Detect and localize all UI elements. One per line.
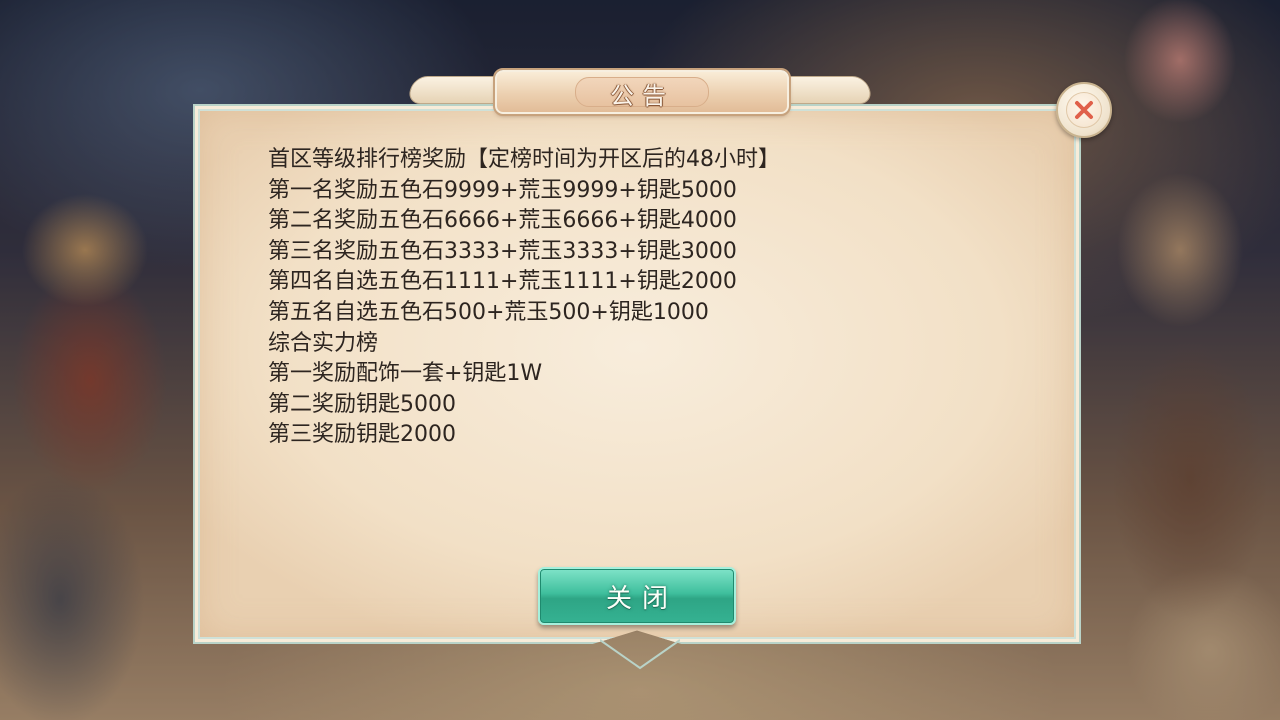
close-button[interactable]: 关闭 — [538, 567, 736, 625]
announcement-line: 首区等级排行榜奖励【定榜时间为开区后的48小时】 — [268, 147, 780, 172]
announcement-line: 第三名奖励五色石3333+荒玉3333+钥匙3000 — [268, 238, 737, 264]
announcement-line: 综合实力榜 — [268, 330, 379, 356]
close-x-icon — [1066, 92, 1102, 128]
close-button-label: 关闭 — [605, 583, 678, 614]
announcement-line: 第一名奖励五色石9999+荒玉9999+钥匙5000 — [268, 177, 737, 203]
announcement-line: 第四名自选五色石1111+荒玉1111+钥匙2000 — [268, 269, 737, 295]
game-screen: 公告 首区等级排行榜奖励【定榜时间为开区后的48小时】 第一名奖励五色石9999… — [0, 0, 1280, 720]
announcement-line: 第五名自选五色石500+荒玉500+钥匙1000 — [268, 299, 709, 325]
announcement-line: 第三奖励钥匙2000 — [268, 422, 456, 448]
panel-bottom-ornament — [600, 639, 680, 670]
announcement-line: 第二名奖励五色石6666+荒玉6666+钥匙4000 — [268, 208, 737, 234]
title-banner: 公告 — [406, 58, 874, 120]
announcement-line: 第二奖励钥匙5000 — [268, 391, 456, 417]
title-plaque: 公告 — [493, 68, 791, 116]
announcement-content: 首区等级排行榜奖励【定榜时间为开区后的48小时】 第一名奖励五色石9999+荒玉… — [268, 145, 1028, 451]
dialog-title: 公告 — [610, 82, 674, 110]
announcement-line: 第一奖励配饰一套+钥匙1W — [268, 361, 543, 387]
close-x-button[interactable] — [1056, 82, 1112, 138]
